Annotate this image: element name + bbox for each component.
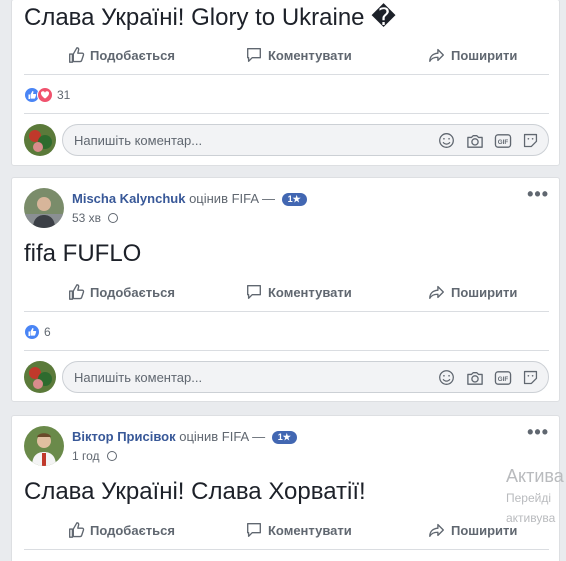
reaction-count: 31	[57, 87, 71, 102]
comment-label: Коментувати	[268, 284, 352, 300]
post-card-2: Mischa Kalynchuk оцінив FIFA — 1★ 53 хв …	[11, 177, 560, 402]
globe-icon	[108, 213, 119, 223]
comment-icon	[247, 523, 261, 537]
comment-composer: Напишіть коментар... GIF	[12, 352, 559, 402]
share-button[interactable]: Поширити	[428, 46, 517, 64]
comment-icon	[247, 285, 261, 299]
post-text: Слава Україні! Слава Хорватії!	[24, 478, 366, 505]
post-header: Віктор Присівок оцінив FIFA — 1★ 1 год •…	[12, 416, 559, 472]
comment-label: Коментувати	[268, 47, 352, 63]
thumbs-up-icon	[69, 522, 85, 538]
activation-watermark-line1: Перейді	[506, 491, 552, 505]
rating-badge: 1★	[271, 431, 297, 444]
like-reaction-icon	[24, 323, 40, 340]
comment-label: Коментувати	[268, 522, 352, 538]
reactions-summary[interactable]: 6	[24, 313, 549, 351]
post-actions: Подобається Коментувати Поширити	[24, 513, 549, 550]
share-label: Поширити	[451, 47, 518, 63]
user-avatar[interactable]	[24, 361, 56, 393]
comment-input[interactable]: Напишіть коментар... GIF	[62, 361, 549, 393]
like-button[interactable]: Подобається	[67, 283, 175, 301]
gif-icon[interactable]: GIF	[493, 368, 512, 387]
rating-badge: 1★	[281, 193, 307, 206]
gif-icon[interactable]: GIF	[493, 131, 512, 150]
comment-tools: GIF	[437, 131, 540, 150]
emoji-icon[interactable]	[437, 368, 456, 387]
reaction-count: 6	[44, 324, 51, 339]
comment-tools: GIF	[437, 368, 540, 387]
share-button[interactable]: Поширити	[428, 283, 517, 301]
page-link[interactable]: FIFA —	[222, 429, 265, 444]
reactions-summary[interactable]: 31	[24, 76, 549, 114]
love-reaction-icon	[37, 86, 53, 103]
share-label: Поширити	[451, 284, 518, 300]
author-line: Mischa Kalynchuk оцінив FIFA — 1★	[72, 191, 307, 206]
like-label: Подобається	[90, 47, 175, 63]
thumbs-up-icon	[69, 284, 85, 300]
like-label: Подобається	[90, 522, 175, 538]
post-text: Слава Україні! Glory to Ukraine �	[24, 4, 396, 31]
post-actions: Подобається Коментувати Поширити	[24, 275, 549, 312]
like-button[interactable]: Подобається	[67, 46, 175, 64]
camera-icon[interactable]	[465, 368, 484, 387]
like-button[interactable]: Подобається	[67, 521, 175, 539]
activation-watermark-line2: активува	[506, 511, 556, 525]
author-name[interactable]: Віктор Присівок	[72, 429, 176, 444]
more-options-icon[interactable]: •••	[527, 422, 549, 443]
like-label: Подобається	[90, 284, 175, 300]
share-icon	[429, 48, 444, 62]
comment-button[interactable]: Коментувати	[245, 283, 352, 301]
sticker-icon[interactable]	[521, 368, 540, 387]
more-options-icon[interactable]: •••	[527, 184, 549, 205]
thumbs-up-icon	[69, 47, 85, 63]
comment-placeholder: Напишіть коментар...	[74, 370, 203, 385]
globe-icon	[106, 451, 117, 461]
review-verb: оцінив	[189, 191, 228, 206]
author-line: Віктор Присівок оцінив FIFA — 1★	[72, 429, 297, 444]
review-verb: оцінив	[179, 429, 219, 444]
post-timestamp[interactable]: 53 хв	[72, 211, 101, 225]
comment-composer: Напишіть коментар... GIF	[12, 115, 559, 165]
post-card-3: Віктор Присівок оцінив FIFA — 1★ 1 год •…	[11, 415, 560, 561]
svg-text:GIF: GIF	[497, 376, 508, 383]
post-meta: 53 хв	[72, 211, 119, 225]
comment-input[interactable]: Напишіть коментар... GIF	[62, 124, 549, 156]
post-header: Mischa Kalynchuk оцінив FIFA — 1★ 53 хв …	[12, 178, 559, 234]
post-timestamp[interactable]: 1 год	[72, 449, 100, 463]
comment-icon	[247, 48, 261, 62]
comment-placeholder: Напишіть коментар...	[74, 133, 203, 148]
author-avatar[interactable]	[24, 188, 64, 228]
camera-icon[interactable]	[465, 131, 484, 150]
activation-watermark-title: Актива	[506, 466, 564, 486]
emoji-icon[interactable]	[437, 131, 456, 150]
post-meta: 1 год	[72, 449, 117, 463]
user-avatar[interactable]	[24, 124, 56, 156]
page-link[interactable]: FIFA —	[232, 191, 275, 206]
author-avatar[interactable]	[24, 426, 64, 466]
svg-text:GIF: GIF	[497, 139, 508, 146]
post-card-1: Слава Україні! Glory to Ukraine � Подоба…	[11, 0, 560, 166]
sticker-icon[interactable]	[521, 131, 540, 150]
comment-button[interactable]: Коментувати	[245, 521, 352, 539]
post-actions: Подобається Коментувати Поширити	[24, 38, 549, 75]
post-text: fifa FUFLO	[24, 240, 142, 267]
author-name[interactable]: Mischa Kalynchuk	[72, 191, 185, 206]
share-icon	[429, 285, 444, 299]
comment-button[interactable]: Коментувати	[245, 46, 352, 64]
share-icon	[429, 523, 444, 537]
share-button[interactable]: Поширити	[428, 521, 517, 539]
